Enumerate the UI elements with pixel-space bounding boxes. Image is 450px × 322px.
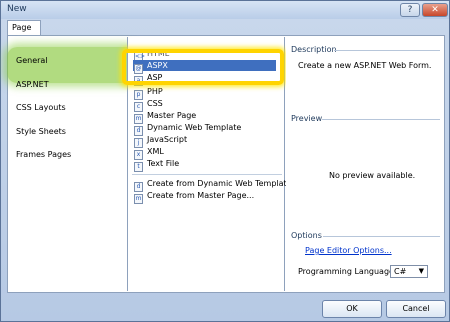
text-file-icon: t	[134, 162, 143, 172]
master-create-icon: m	[134, 194, 143, 204]
new-dialog: New ? ✕ Page General ASP.NET CSS Layouts…	[0, 0, 450, 322]
title-bar: New ? ✕	[1, 1, 449, 19]
options-rule	[323, 236, 440, 237]
tab-bar: Page	[7, 19, 445, 35]
programming-language-value: C#	[394, 267, 407, 276]
category-style-sheets[interactable]: Style Sheets	[16, 127, 66, 136]
template-item-xml[interactable]: x XML	[134, 147, 164, 160]
programming-language-select[interactable]: C# ▼	[390, 265, 428, 278]
action-create-from-dwt[interactable]: d Create from Dynamic Web Template...	[134, 179, 299, 192]
template-separator	[132, 174, 282, 175]
description-rule	[334, 50, 440, 51]
category-general[interactable]: General	[16, 56, 48, 65]
template-item-css[interactable]: c CSS	[134, 99, 163, 112]
dialog-title: New	[7, 4, 27, 14]
description-text: Create a new ASP.NET Web Form.	[298, 61, 432, 70]
ok-button[interactable]: OK	[322, 300, 382, 318]
category-list[interactable]: General ASP.NET CSS Layouts Style Sheets…	[7, 37, 137, 291]
tab-page[interactable]: Page	[7, 20, 41, 35]
template-item-javascript[interactable]: j JavaScript	[134, 135, 187, 148]
preview-heading: Preview	[291, 114, 323, 123]
preview-rule	[322, 119, 440, 120]
help-button[interactable]: ?	[400, 3, 420, 17]
page-editor-options-link[interactable]: Page Editor Options...	[305, 246, 392, 255]
general-highlight-callout	[7, 47, 137, 83]
aspx-highlight-callout	[122, 49, 284, 85]
cancel-button[interactable]: Cancel	[386, 300, 446, 318]
options-heading: Options	[291, 231, 322, 240]
programming-language-label: Programming Language:	[298, 267, 397, 276]
chevron-down-icon: ▼	[418, 267, 424, 275]
template-item-text-file[interactable]: t Text File	[134, 159, 179, 172]
preview-text: No preview available.	[329, 171, 416, 180]
category-frames-pages[interactable]: Frames Pages	[16, 150, 71, 159]
template-item-dynamic-web-template[interactable]: d Dynamic Web Template	[134, 123, 241, 136]
template-item-php[interactable]: p PHP	[134, 87, 163, 100]
action-create-from-master[interactable]: m Create from Master Page...	[134, 191, 254, 204]
description-heading: Description	[291, 45, 337, 54]
category-aspnet[interactable]: ASP.NET	[16, 80, 49, 89]
template-item-master-page[interactable]: m Master Page	[134, 111, 196, 124]
category-css-layouts[interactable]: CSS Layouts	[16, 103, 66, 112]
close-button[interactable]: ✕	[422, 3, 448, 17]
